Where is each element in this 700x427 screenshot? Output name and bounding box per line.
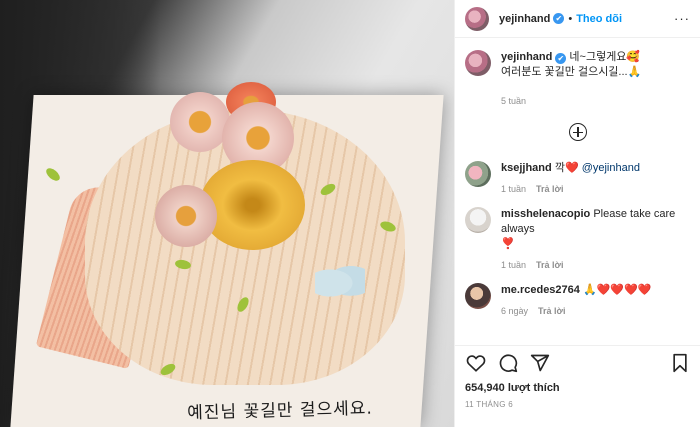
avatar[interactable] [465, 6, 489, 31]
comment-time[interactable]: 6 ngày [501, 306, 528, 316]
comment-time[interactable]: 1 tuần [501, 184, 526, 194]
avatar[interactable] [465, 207, 491, 233]
plus-circle-icon[interactable] [568, 123, 587, 141]
caption-username[interactable]: yejinhand [501, 51, 552, 63]
comment-text: 🙏 [582, 284, 597, 296]
caption-time[interactable]: 5 tuần [501, 96, 526, 106]
comment-username[interactable]: ksejjhand [501, 162, 552, 174]
header-username[interactable]: yejinhand [499, 13, 550, 25]
butterfly-decoration [315, 262, 365, 304]
caption: yejinhand ✔ 네~그렇게요🥰 여러분도 꽃길만 걸으시길...🙏 5 t… [465, 50, 690, 109]
comment-text: 깍 [554, 162, 565, 174]
caption-line-1: 네~그렇게요🥰 [569, 51, 641, 63]
comment-item: misshelenacopio Please take care always … [465, 207, 690, 273]
heart-icon[interactable] [465, 352, 487, 374]
mention-link[interactable]: @yejinhand [582, 162, 640, 174]
post-image[interactable]: 예진님 꽃길만 걸으세요. [0, 0, 454, 427]
share-icon[interactable] [529, 352, 551, 374]
post-sidebar: yejinhand ✔ • Theo dõi ··· yejinhand ✔ 네~… [454, 0, 700, 427]
comment-item: ksejjhand 깍❤️ @yejinhand 1 tuần Trả lời [465, 161, 690, 197]
avatar[interactable] [465, 161, 491, 187]
post-actions: 654,940 lượt thích 11 THÁNG 6 [455, 345, 700, 409]
load-more-comments[interactable] [465, 123, 690, 141]
verified-badge-icon: ✔ [553, 13, 565, 24]
like-count[interactable]: 654,940 lượt thích [465, 382, 691, 394]
follow-button[interactable]: Theo dõi [576, 13, 622, 25]
comment-time[interactable]: 1 tuần [501, 260, 526, 270]
post-header: yejinhand ✔ • Theo dõi ··· [455, 0, 700, 38]
bookmark-icon[interactable] [669, 352, 691, 374]
comment-username[interactable]: misshelenacopio [501, 208, 590, 220]
comment-icon[interactable] [497, 352, 519, 374]
heart-emoji: ❤️❤️❤️❤️ [596, 284, 652, 296]
flower [170, 92, 230, 152]
heart-emoji: ❣️ [501, 238, 515, 250]
heart-emoji: ❤️ [564, 162, 579, 174]
reply-button[interactable]: Trả lời [536, 260, 563, 270]
avatar[interactable] [465, 50, 491, 76]
caption-line-2: 여러분도 꽃길만 걸으시길...🙏 [501, 66, 642, 78]
flower [200, 160, 305, 250]
post-date[interactable]: 11 THÁNG 6 [465, 400, 691, 409]
flower [155, 185, 217, 247]
reply-button[interactable]: Trả lời [536, 184, 563, 194]
comments-list[interactable]: yejinhand ✔ 네~그렇게요🥰 여러분도 꽃길만 걸으시길...🙏 5 t… [455, 38, 700, 344]
comment-username[interactable]: me.rcedes2764 [501, 284, 580, 296]
avatar[interactable] [465, 283, 491, 309]
comment-item: me.rcedes2764 🙏❤️❤️❤️❤️ 6 ngày Trả lời [465, 283, 690, 319]
separator-dot: • [568, 12, 573, 25]
reply-button[interactable]: Trả lời [538, 306, 565, 316]
more-options-icon[interactable]: ··· [674, 11, 690, 26]
verified-badge-icon: ✔ [555, 53, 567, 64]
